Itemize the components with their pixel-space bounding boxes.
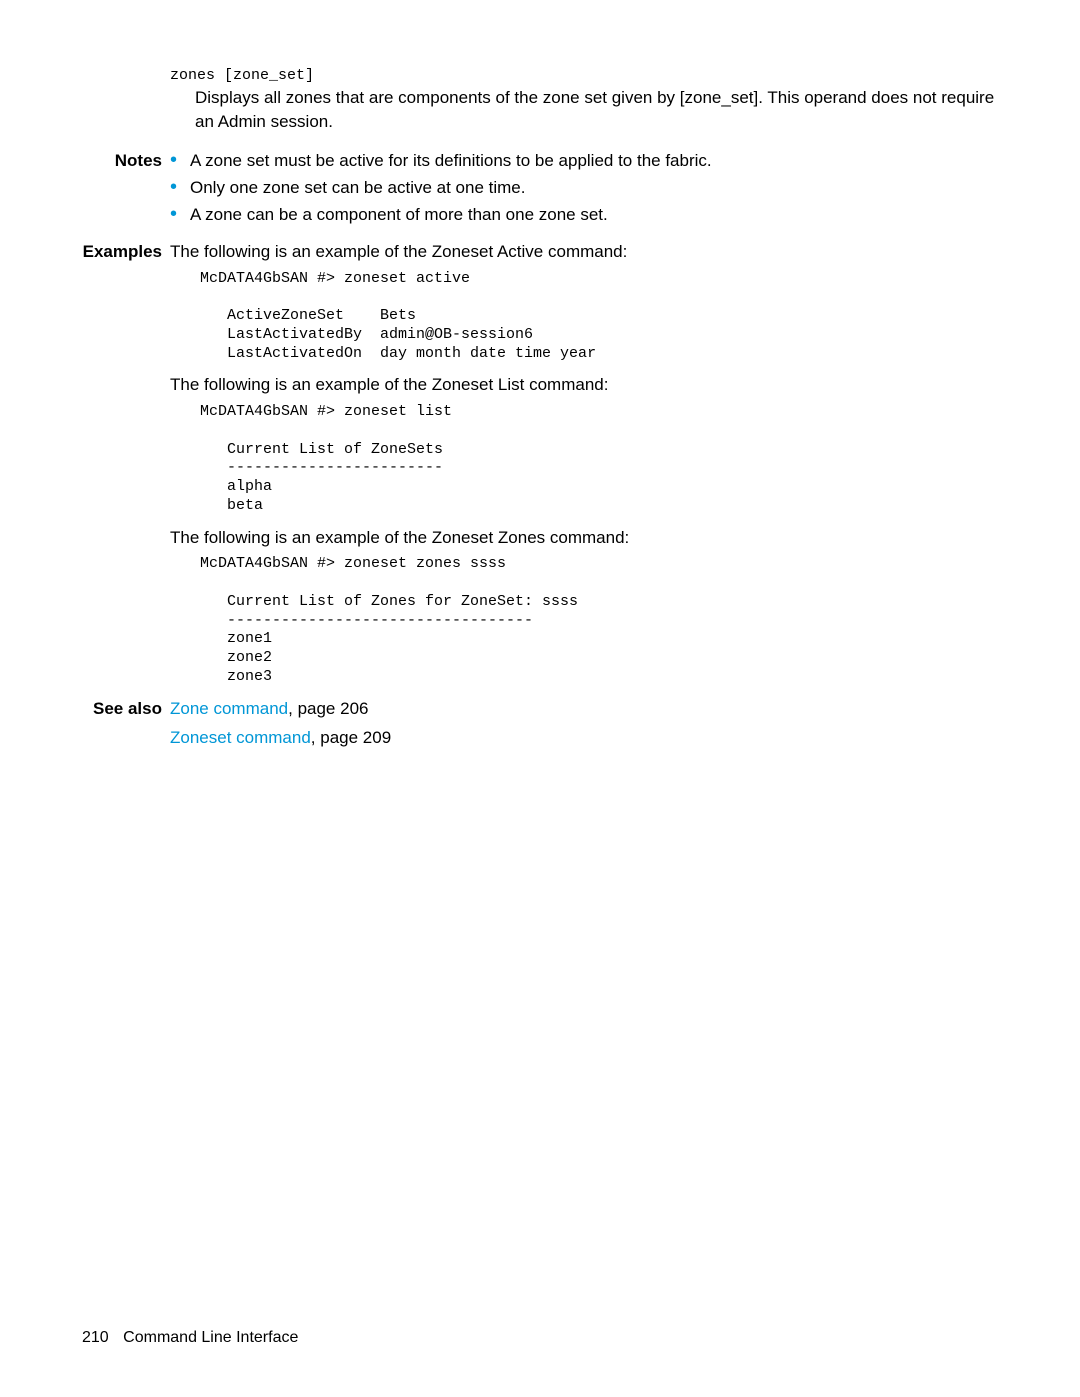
- page-footer: 210 Command Line Interface: [82, 1327, 298, 1349]
- page-ref: , page 206: [288, 699, 368, 718]
- see-also-item: Zoneset command, page 209: [170, 726, 1000, 750]
- example-intro: The following is an example of the Zones…: [0, 526, 1080, 550]
- see-also-label: See also: [0, 697, 170, 751]
- code-example-list: McDATA4GbSAN #> zoneset list Current Lis…: [0, 403, 1080, 516]
- link-zone-command[interactable]: Zone command: [170, 699, 288, 718]
- see-also-section: See also Zone command, page 206 Zoneset …: [0, 697, 1080, 751]
- notes-label: Notes: [0, 149, 170, 229]
- list-item: A zone set must be active for its defini…: [170, 149, 1000, 173]
- link-zoneset-command[interactable]: Zoneset command: [170, 728, 311, 747]
- examples-label: Examples: [0, 240, 170, 264]
- page-content: zones [zone_set] Displays all zones that…: [0, 0, 1080, 750]
- example-intro: The following is an example of the Zones…: [0, 373, 1080, 397]
- list-item: Only one zone set can be active at one t…: [170, 176, 1000, 200]
- example-intro: The following is an example of the Zones…: [170, 240, 1080, 264]
- notes-section: Notes A zone set must be active for its …: [0, 149, 1080, 229]
- notes-list: A zone set must be active for its defini…: [170, 149, 1000, 226]
- page-ref: , page 209: [311, 728, 391, 747]
- code-example-zones: McDATA4GbSAN #> zoneset zones ssss Curre…: [0, 555, 1080, 686]
- footer-title: Command Line Interface: [123, 1329, 298, 1346]
- command-syntax: zones [zone_set]: [0, 67, 1080, 86]
- page-number: 210: [82, 1329, 109, 1346]
- examples-section: Examples The following is an example of …: [0, 240, 1080, 264]
- command-description: Displays all zones that are components o…: [0, 86, 1080, 134]
- see-also-item: Zone command, page 206: [170, 697, 1000, 721]
- list-item: A zone can be a component of more than o…: [170, 203, 1000, 227]
- code-example-active: McDATA4GbSAN #> zoneset active ActiveZon…: [0, 270, 1080, 364]
